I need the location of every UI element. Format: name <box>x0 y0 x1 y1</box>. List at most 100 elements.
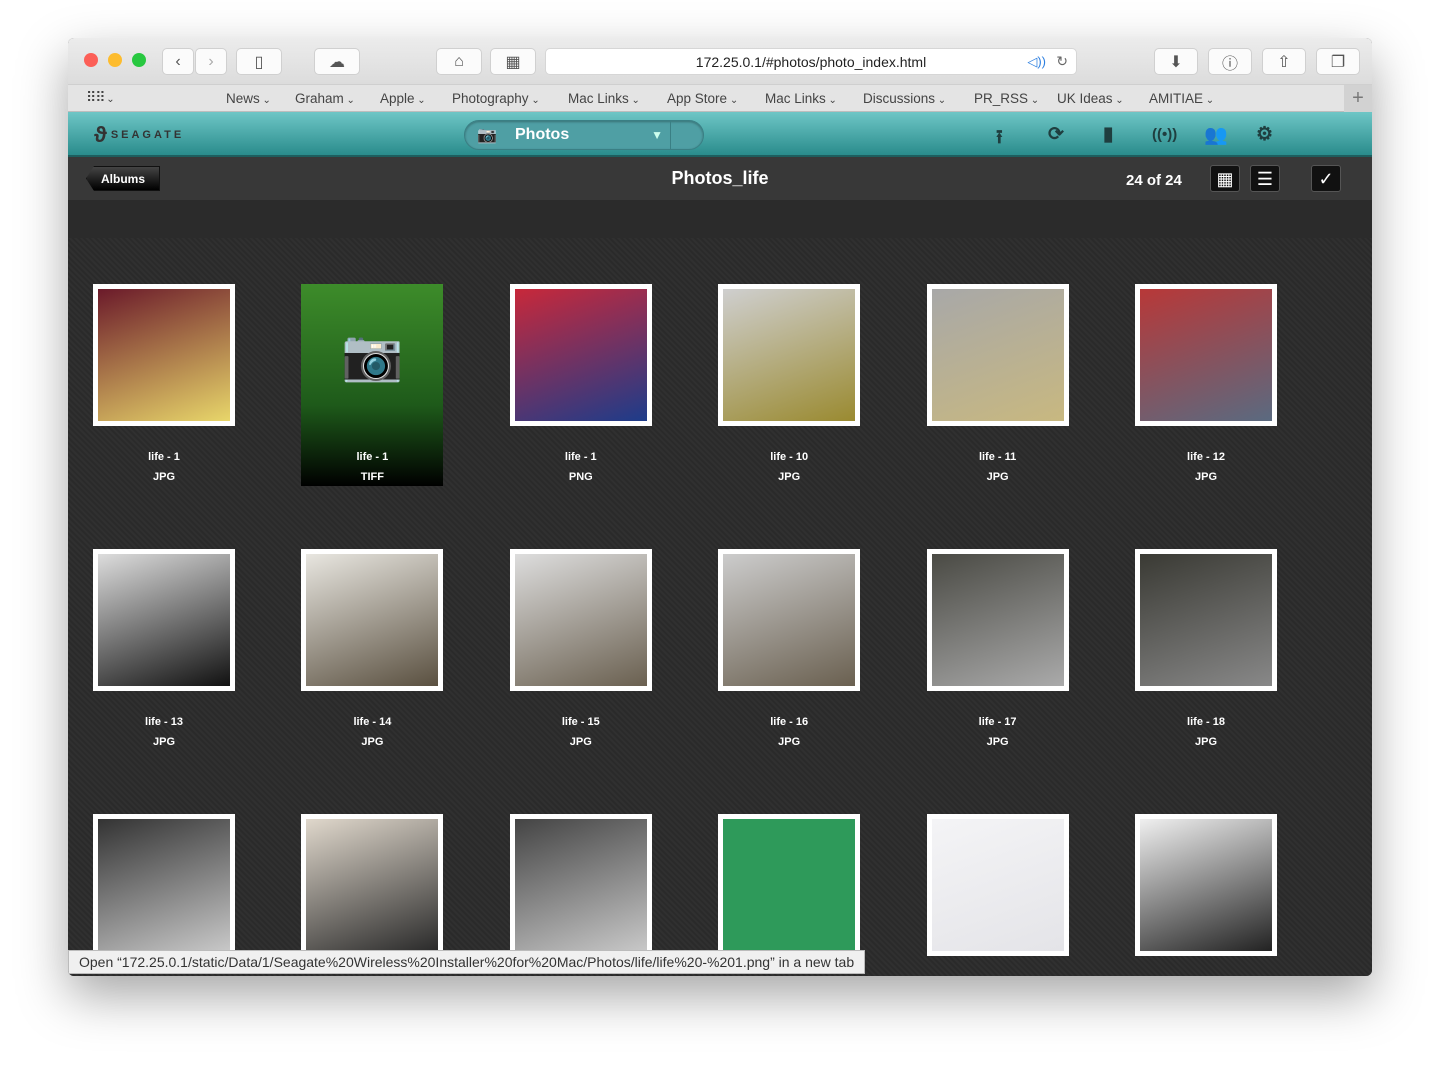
bookmark-amitiae[interactable]: AMITIAE <box>1149 91 1214 106</box>
photo-thumbnail[interactable] <box>926 814 1069 956</box>
photo-type: JPG <box>778 471 801 483</box>
logo-text: SEAGATE <box>110 129 185 141</box>
bookmark-apple[interactable]: Apple <box>380 91 426 106</box>
close-button[interactable] <box>84 53 98 67</box>
photo-thumbnail[interactable] <box>93 549 235 691</box>
photo-thumbnail[interactable] <box>509 814 652 956</box>
photo-name: life - 10 <box>770 451 809 463</box>
photo-item[interactable]: life - 14 JPG <box>301 549 444 748</box>
photo-thumbnail[interactable] <box>93 284 235 426</box>
photo-thumbnail[interactable] <box>1135 284 1277 426</box>
photo-thumbnail[interactable] <box>718 814 861 956</box>
photo-name: life - 16 <box>770 716 809 728</box>
photo-item[interactable]: life - 3JPG <box>1135 814 1277 976</box>
photo-name: life - 1 <box>564 451 597 463</box>
photo-thumbnail[interactable] <box>93 814 235 956</box>
forward-icon[interactable]: › <box>195 48 227 75</box>
new-tab-icon[interactable]: + <box>1344 85 1372 112</box>
browser-window: ‹ › ▯ ☁ ⌂ ▦ 172.25.0.1/#photos/photo_ind… <box>68 38 1372 976</box>
photo-type: JPG <box>1194 736 1217 748</box>
reload-icon[interactable]: ↻ <box>1056 53 1068 70</box>
photo-thumbnail[interactable] <box>301 549 444 691</box>
photo-thumbnail[interactable] <box>509 549 652 691</box>
cloud-icon[interactable]: ☁ <box>314 48 360 75</box>
bookmark-mac-links[interactable]: Mac Links <box>568 91 640 106</box>
photo-item[interactable]: life - 13 JPG <box>93 549 235 748</box>
photo-item[interactable]: 📷 life - 1 TIFF <box>301 284 444 486</box>
album-toolbar: Albums Photos_life 24 of 24 ▦ ☰ ✓ <box>68 157 1372 200</box>
photo-item[interactable]: life - 10 JPG <box>718 284 861 483</box>
address-bar[interactable]: 172.25.0.1/#photos/photo_index.html ◁)) ↻ <box>545 48 1077 75</box>
photo-item[interactable]: life - 18 JPG <box>1135 549 1277 748</box>
qr-code-icon[interactable]: ▦ <box>490 48 536 75</box>
settings-gear-icon[interactable]: ⚙ <box>1256 123 1273 146</box>
home-icon[interactable]: ⌂ <box>436 48 482 75</box>
section-selector[interactable]: 📷 Photos ▼ <box>464 120 704 150</box>
selector-label: Photos <box>515 126 570 143</box>
tabs-icon[interactable]: ❐ <box>1316 48 1360 75</box>
bookmark-mac-links-2[interactable]: Mac Links <box>765 91 837 106</box>
bookmark-uk-ideas[interactable]: UK Ideas <box>1057 91 1124 106</box>
photo-type: JPG <box>152 471 175 483</box>
minimize-button[interactable] <box>108 53 122 67</box>
photo-thumbnail[interactable] <box>718 284 861 426</box>
photo-item[interactable]: life - 16 JPG <box>718 549 861 748</box>
bookmark-discussions[interactable]: Discussions <box>863 91 946 106</box>
photo-item[interactable]: life - 12 JPG <box>1135 284 1277 483</box>
photo-thumbnail[interactable] <box>926 549 1069 691</box>
download-icon[interactable]: ⬇ <box>1154 48 1198 75</box>
list-sort-view-icon[interactable]: ☰ <box>1250 165 1280 192</box>
photo-thumbnail[interactable] <box>301 814 444 956</box>
zoom-button[interactable] <box>132 53 146 67</box>
photo-grid: life - 1 JPG 📷 life - 1 TIFF life - 1 PNG life … <box>68 238 1372 976</box>
photo-name: life - 1 <box>148 451 180 463</box>
sidebar-icon[interactable]: ▯ <box>236 48 282 75</box>
status-bar: Open “172.25.0.1/static/Data/1/Seagate%2… <box>68 950 866 974</box>
apps-grid-icon[interactable]: ⠿⠿ <box>86 89 114 106</box>
photo-thumbnail[interactable]: 📷 <box>301 284 443 426</box>
photo-type: JPG <box>986 736 1009 748</box>
sync-icon[interactable]: ⟳ <box>1048 123 1064 146</box>
bookmark-photography[interactable]: Photography <box>452 91 540 106</box>
photo-type: PNG <box>568 471 593 483</box>
battery-icon[interactable]: ▮ <box>1103 123 1113 146</box>
photo-item[interactable]: life - 1 PNG <box>509 284 652 483</box>
speaker-icon[interactable]: ◁)) <box>1027 54 1046 70</box>
photo-thumbnail[interactable] <box>1135 549 1277 691</box>
bookmark-graham[interactable]: Graham <box>295 91 355 106</box>
photo-type: JPG <box>152 736 175 748</box>
share-icon[interactable]: ⇧ <box>1262 48 1306 75</box>
info-icon[interactable]: ⓘ <box>1208 48 1252 75</box>
photo-item[interactable]: life - 1 JPG <box>93 284 235 483</box>
camera-icon: 📷 <box>477 127 497 144</box>
back-icon[interactable]: ‹ <box>162 48 194 75</box>
photo-name: life - 15 <box>561 716 600 728</box>
seagate-logo: ϑ SEAGATE <box>94 122 185 147</box>
photo-thumbnail[interactable] <box>1135 814 1277 956</box>
photo-thumbnail[interactable] <box>509 284 652 426</box>
photo-name: life - 13 <box>145 716 183 728</box>
photo-name: life - 17 <box>978 716 1017 728</box>
bookmark-app-store[interactable]: App Store <box>667 91 738 106</box>
photo-item[interactable]: life - 17 JPG <box>926 549 1069 748</box>
photo-type: JPG <box>569 736 592 748</box>
photo-type: JPG <box>778 736 801 748</box>
users-icon[interactable]: 👥 <box>1204 123 1228 147</box>
photo-type: JPG <box>1194 471 1217 483</box>
photo-name: life - 1 <box>356 451 389 463</box>
bookmark-news[interactable]: News <box>226 91 271 106</box>
grid-view-icon[interactable]: ▦ <box>1210 165 1240 192</box>
photo-item[interactable]: life - 15 JPG <box>509 549 652 748</box>
photo-thumbnail[interactable] <box>926 284 1069 426</box>
photo-name: life - 12 <box>1187 451 1225 463</box>
photo-item[interactable]: life - 22JPG <box>926 814 1069 976</box>
select-check-icon[interactable]: ✓ <box>1311 165 1341 192</box>
upload-icon[interactable]: ⭱ <box>996 123 1003 155</box>
dropdown-arrow-icon: ▼ <box>651 128 663 142</box>
wireless-icon[interactable]: ((•)) <box>1152 126 1177 143</box>
photo-name: life - 11 <box>978 451 1017 463</box>
photo-item[interactable]: life - 11 JPG <box>926 284 1069 483</box>
bookmark-pr-rss[interactable]: PR_RSS <box>974 91 1039 106</box>
photo-thumbnail[interactable] <box>718 549 861 691</box>
photo-type: TIFF <box>360 471 384 483</box>
